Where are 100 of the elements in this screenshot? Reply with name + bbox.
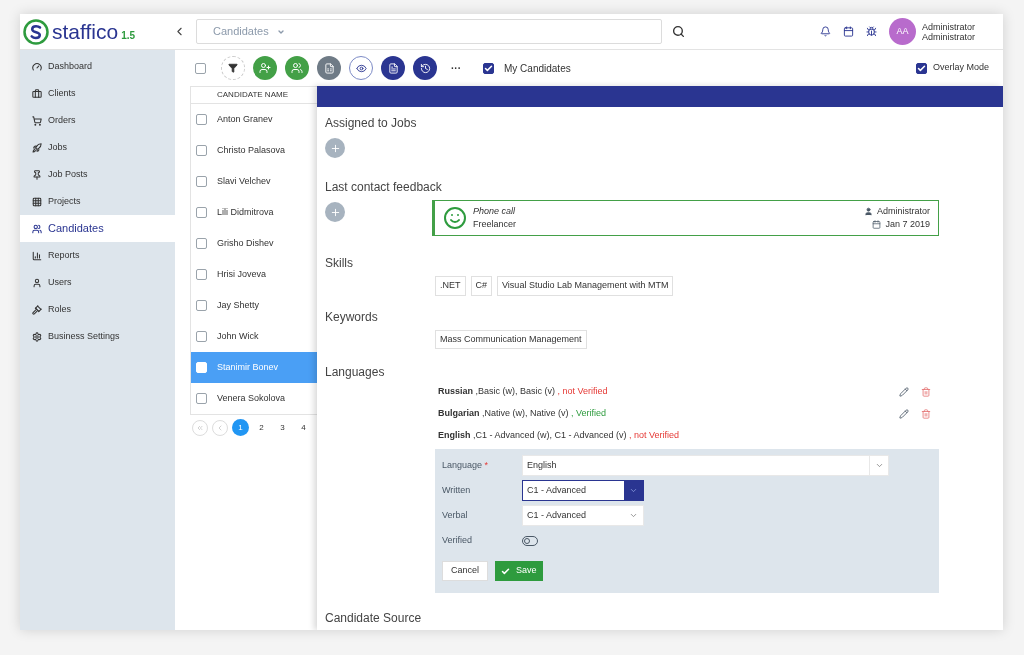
document-button[interactable] <box>381 56 405 80</box>
logo-icon <box>23 18 49 45</box>
previous-page-icon <box>216 423 224 432</box>
eye-icon <box>355 62 367 74</box>
checkbox[interactable] <box>196 207 207 218</box>
checkbox[interactable] <box>196 145 207 156</box>
briefcase-icon <box>32 88 42 99</box>
checkbox-label: Overlay Mode <box>932 61 989 75</box>
people-icon <box>32 223 42 234</box>
select-field[interactable]: English <box>522 455 889 476</box>
checkbox[interactable] <box>483 62 494 74</box>
sidebar-item[interactable]: Roles <box>20 296 175 323</box>
document-icon <box>387 62 399 74</box>
sidebar-item[interactable]: Projects <box>20 188 175 215</box>
plus-icon <box>329 142 341 154</box>
candidate-row[interactable]: Grisho Dishev <box>191 228 317 259</box>
language-entry: English ,C1 - Advanced (w), C1 - Advanced (v) , not Verified <box>438 429 680 443</box>
first-page-icon <box>196 423 204 432</box>
more-button[interactable]: ··· <box>451 60 461 76</box>
page-button[interactable]: 4 <box>295 419 312 436</box>
version-label: 1.5 <box>121 28 136 43</box>
export-button[interactable] <box>317 56 341 80</box>
sidebar-item[interactable]: Business Settings <box>20 323 175 350</box>
checkbox[interactable] <box>195 62 206 74</box>
checkbox[interactable] <box>196 238 207 249</box>
sidebar-item[interactable]: Users <box>20 269 175 296</box>
edit-icon[interactable] <box>899 387 909 397</box>
pin-icon <box>32 169 42 180</box>
plus-icon <box>329 206 341 218</box>
sidebar-item[interactable]: Dashboard <box>20 53 175 80</box>
language-entry: Russian ,Basic (w), Basic (v) , not Verified <box>438 385 608 399</box>
candidate-row[interactable]: Slavi Velchev <box>191 166 317 197</box>
filter-icon <box>228 63 238 73</box>
chevron-icon <box>629 486 638 495</box>
smile-icon <box>443 206 467 230</box>
bell-icon[interactable] <box>820 26 831 37</box>
checkbox[interactable] <box>196 331 207 342</box>
select-field[interactable]: C1 - Advanced <box>522 505 644 526</box>
candidate-row[interactable]: Hrisi Joveva <box>191 259 317 290</box>
calendar-icon[interactable] <box>843 26 854 37</box>
checkbox[interactable] <box>196 300 207 311</box>
candidate-row[interactable]: John Wick <box>191 321 317 352</box>
candidate-row[interactable]: Venera Sokolova <box>191 383 317 414</box>
calendar-icon <box>872 220 882 229</box>
field-label: Written <box>442 483 472 497</box>
gauge-icon <box>32 61 42 72</box>
select-field[interactable]: C1 - Advanced <box>522 480 644 501</box>
feedback-author: Administrator <box>877 205 930 218</box>
candidate-row[interactable]: Anton Granev <box>191 104 317 135</box>
checkbox[interactable] <box>196 269 207 280</box>
section-title: Assigned to Jobs <box>325 115 418 132</box>
history-icon <box>419 62 431 74</box>
history-button[interactable] <box>413 56 437 80</box>
section-title: Skills <box>325 255 354 272</box>
save-button[interactable]: Save <box>495 561 543 581</box>
search-icon[interactable] <box>672 25 685 38</box>
bug-icon[interactable] <box>866 26 877 37</box>
candidate-row[interactable]: Christo Palasova <box>191 135 317 166</box>
candidate-row[interactable]: Lili Didmitrova <box>191 197 317 228</box>
field-label: Verbal <box>442 508 469 522</box>
sidebar-item[interactable]: Job Posts <box>20 161 175 188</box>
candidate-row[interactable]: Jay Shetty <box>191 290 317 321</box>
chart-icon <box>32 250 42 261</box>
add-group-button[interactable] <box>285 56 309 80</box>
sidebar-item[interactable]: Reports <box>20 242 175 269</box>
brand-name: staffico <box>52 21 119 42</box>
add-person-button[interactable] <box>253 56 277 80</box>
checkbox[interactable] <box>196 114 207 125</box>
user-name: Administrator <box>922 21 975 32</box>
delete-icon[interactable] <box>921 387 931 397</box>
rocket-icon <box>32 142 42 153</box>
sidebar-item[interactable]: Jobs <box>20 134 175 161</box>
add-button[interactable] <box>325 202 345 222</box>
person-icon <box>864 207 873 216</box>
checkbox[interactable] <box>196 393 207 404</box>
page-button[interactable]: 3 <box>274 419 291 436</box>
section-title: Candidate Source <box>325 610 423 627</box>
cancel-button[interactable]: Cancel <box>442 561 488 581</box>
feedback-note: Freelancer <box>473 218 517 231</box>
skill-tag: Visual Studio Lab Management with MTM <box>497 276 674 296</box>
checkbox[interactable] <box>196 176 207 187</box>
spreadsheet-icon <box>323 62 335 74</box>
gavel-icon <box>32 304 42 315</box>
check-icon <box>501 566 510 576</box>
skill-tag: C# <box>470 276 493 296</box>
chevron-icon <box>874 461 884 470</box>
checkbox[interactable] <box>915 62 927 74</box>
delete-icon[interactable] <box>921 409 931 419</box>
page-button[interactable]: 2 <box>253 419 270 436</box>
sidebar-item[interactable]: Orders <box>20 107 175 134</box>
add-button[interactable] <box>325 138 345 158</box>
checkbox-label: My Candidates <box>504 61 571 76</box>
add-person-icon <box>259 62 271 74</box>
keyword-tag: Mass Communication Management <box>435 329 587 349</box>
edit-icon[interactable] <box>899 409 909 419</box>
sidebar-item[interactable]: Candidates <box>20 215 175 242</box>
feedback-type: Phone call <box>473 205 517 218</box>
sidebar-item[interactable]: Clients <box>20 80 175 107</box>
section-title: Last contact feedback <box>325 179 443 196</box>
feedback-date: Jan 7 2019 <box>885 218 930 231</box>
